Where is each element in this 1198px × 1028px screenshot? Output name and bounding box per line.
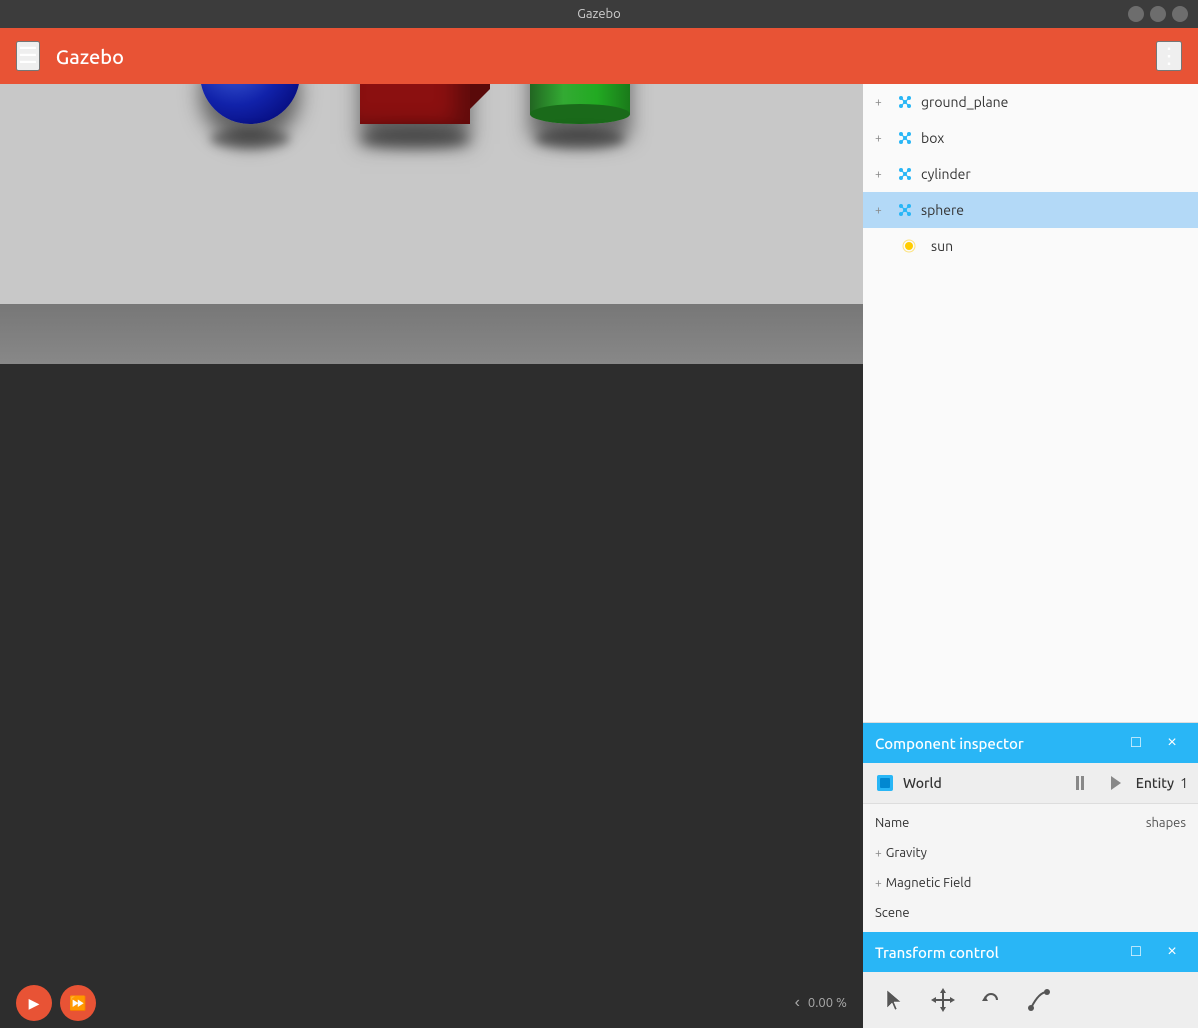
row-key-scene: Scene: [875, 906, 1186, 920]
sphere-shadow: [210, 129, 290, 149]
row-key-name: Name: [875, 816, 1146, 830]
transform-control: Transform control □ ×: [863, 932, 1198, 1028]
scale-icon: [1025, 986, 1053, 1014]
cursor-icon: [881, 986, 909, 1014]
cylinder-object[interactable]: [530, 84, 630, 124]
transform-control-header: Transform control □ ×: [863, 932, 1198, 972]
right-panel: + ground_plane +: [863, 84, 1198, 1028]
tab-entity-num: 1: [1180, 775, 1188, 791]
play-icon: ▶: [29, 995, 40, 1012]
percent-nav: ‹ 0.00 %: [795, 994, 847, 1012]
expand-icon: +: [875, 204, 889, 217]
pause-icon: [1106, 773, 1126, 793]
box-mesh: [360, 84, 470, 124]
cylinder-mesh: [530, 84, 630, 124]
titlebar-controls: [1128, 6, 1188, 22]
percent-value: 0.00 %: [808, 996, 847, 1010]
bottom-bar: ▶ ⏩ ‹ 0.00 %: [0, 978, 863, 1028]
app-title: Gazebo: [56, 45, 1156, 68]
tree-item-sun[interactable]: sun: [863, 228, 1198, 264]
tree-item-ground-plane[interactable]: + ground_plane: [863, 84, 1198, 120]
component-inspector: Component inspector □ × World: [863, 723, 1198, 932]
pause-button[interactable]: [1068, 769, 1096, 797]
cube-icon: [873, 771, 897, 795]
fast-forward-icon: ⏩: [69, 995, 86, 1012]
component-row-magnetic-field[interactable]: + Magnetic Field: [863, 868, 1198, 898]
minimize-button[interactable]: [1128, 6, 1144, 22]
appbar: ☰ Gazebo ⋮: [0, 28, 1198, 84]
box-shadow: [360, 129, 470, 149]
transform-tools: [863, 972, 1198, 1028]
sphere-object[interactable]: [200, 84, 300, 124]
row-value-name: shapes: [1146, 816, 1186, 830]
box-object[interactable]: [360, 84, 470, 124]
fast-forward-button[interactable]: ⏩: [60, 985, 96, 1021]
objects-container: [200, 84, 630, 124]
expand-icon: +: [875, 877, 882, 890]
maximize-button[interactable]: [1150, 6, 1166, 22]
tree-item-box[interactable]: + box: [863, 120, 1198, 156]
play-button[interactable]: ▶: [16, 985, 52, 1021]
tree-item-label: box: [921, 130, 944, 146]
robot-icon: [895, 92, 915, 112]
menu-button[interactable]: ☰: [16, 41, 40, 71]
robot-icon: [895, 200, 915, 220]
flag-icon: [1072, 773, 1092, 793]
component-inspector-header: Component inspector □ ×: [863, 723, 1198, 763]
transform-control-minimize-button[interactable]: □: [1122, 938, 1150, 966]
expand-icon: +: [875, 168, 889, 181]
scene-3d[interactable]: [0, 84, 863, 978]
rotate-icon: [977, 986, 1005, 1014]
entity-tree: + ground_plane +: [863, 84, 1198, 723]
main-content: ▶ ⏩ ‹ 0.00 % +: [0, 84, 1198, 1028]
tree-item-sphere[interactable]: + sphere: [863, 192, 1198, 228]
tree-item-label: sphere: [921, 202, 964, 218]
transform-control-close-button[interactable]: ×: [1158, 938, 1186, 966]
titlebar-title: Gazebo: [577, 7, 621, 21]
row-key-magnetic-field: Magnetic Field: [886, 876, 1186, 890]
component-rows: Name shapes + Gravity + Magnetic Field S…: [863, 804, 1198, 932]
transform-control-title: Transform control: [875, 944, 1114, 961]
close-window-button[interactable]: [1172, 6, 1188, 22]
robot-icon: [895, 164, 915, 184]
scale-tool-button[interactable]: [1019, 980, 1059, 1020]
component-inspector-tabs: World Entity 1: [863, 763, 1198, 804]
robot-icon: [895, 128, 915, 148]
tree-item-label: ground_plane: [921, 94, 1008, 110]
sphere-mesh: [200, 84, 300, 124]
tree-item-cylinder[interactable]: + cylinder: [863, 156, 1198, 192]
component-row-scene: Scene: [863, 898, 1198, 928]
tree-item-label: cylinder: [921, 166, 971, 182]
rotate-tool-button[interactable]: [971, 980, 1011, 1020]
expand-icon: +: [875, 96, 889, 109]
light-icon: [899, 236, 919, 256]
tree-item-label: sun: [931, 238, 953, 254]
expand-icon: +: [875, 132, 889, 145]
component-row-name: Name shapes: [863, 808, 1198, 838]
translate-icon: [929, 986, 957, 1014]
select-tool-button[interactable]: [875, 980, 915, 1020]
tab-world[interactable]: World: [903, 775, 1062, 791]
component-inspector-minimize-button[interactable]: □: [1122, 729, 1150, 757]
pause-icon-btn[interactable]: [1102, 769, 1130, 797]
component-inspector-close-button[interactable]: ×: [1158, 729, 1186, 757]
more-options-button[interactable]: ⋮: [1156, 41, 1182, 71]
component-inspector-title: Component inspector: [875, 735, 1114, 752]
titlebar: Gazebo: [0, 0, 1198, 28]
row-key-gravity: Gravity: [886, 846, 1186, 860]
translate-tool-button[interactable]: [923, 980, 963, 1020]
tab-entity[interactable]: Entity: [1136, 775, 1174, 791]
viewport: ▶ ⏩ ‹ 0.00 %: [0, 84, 863, 1028]
cylinder-shadow: [535, 129, 625, 149]
component-row-gravity[interactable]: + Gravity: [863, 838, 1198, 868]
expand-icon: +: [875, 847, 882, 860]
nav-left-button[interactable]: ‹: [795, 994, 800, 1012]
